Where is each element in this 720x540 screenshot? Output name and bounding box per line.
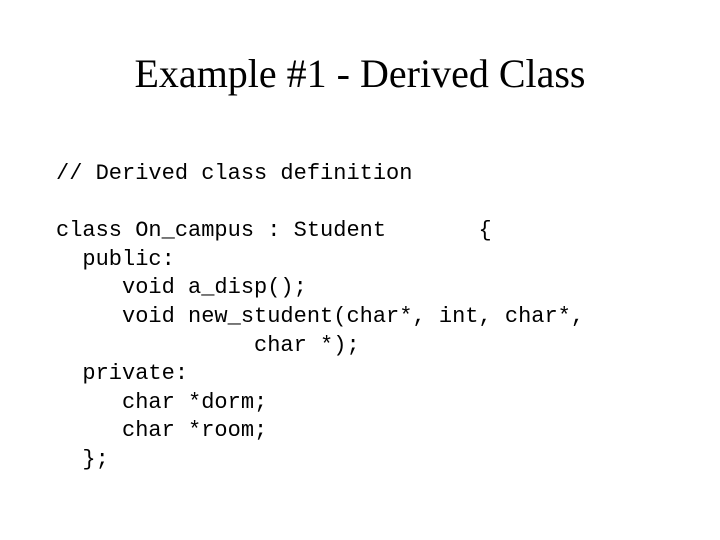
code-line: public: [56,247,175,272]
slide-title: Example #1 - Derived Class [0,50,720,97]
code-line: void a_disp(); [56,275,307,300]
code-line: char *); [56,333,360,358]
code-line: void new_student(char*, int, char*, [56,304,584,329]
code-line: class On_campus : Student { [56,218,492,243]
code-line: char *room; [56,418,267,443]
code-line: }; [56,447,109,472]
slide: Example #1 - Derived Class // Derived cl… [0,0,720,540]
code-line: char *dorm; [56,390,267,415]
code-line: // Derived class definition [56,161,412,186]
code-block: // Derived class definition class On_cam… [56,160,584,475]
code-line: private: [56,361,188,386]
